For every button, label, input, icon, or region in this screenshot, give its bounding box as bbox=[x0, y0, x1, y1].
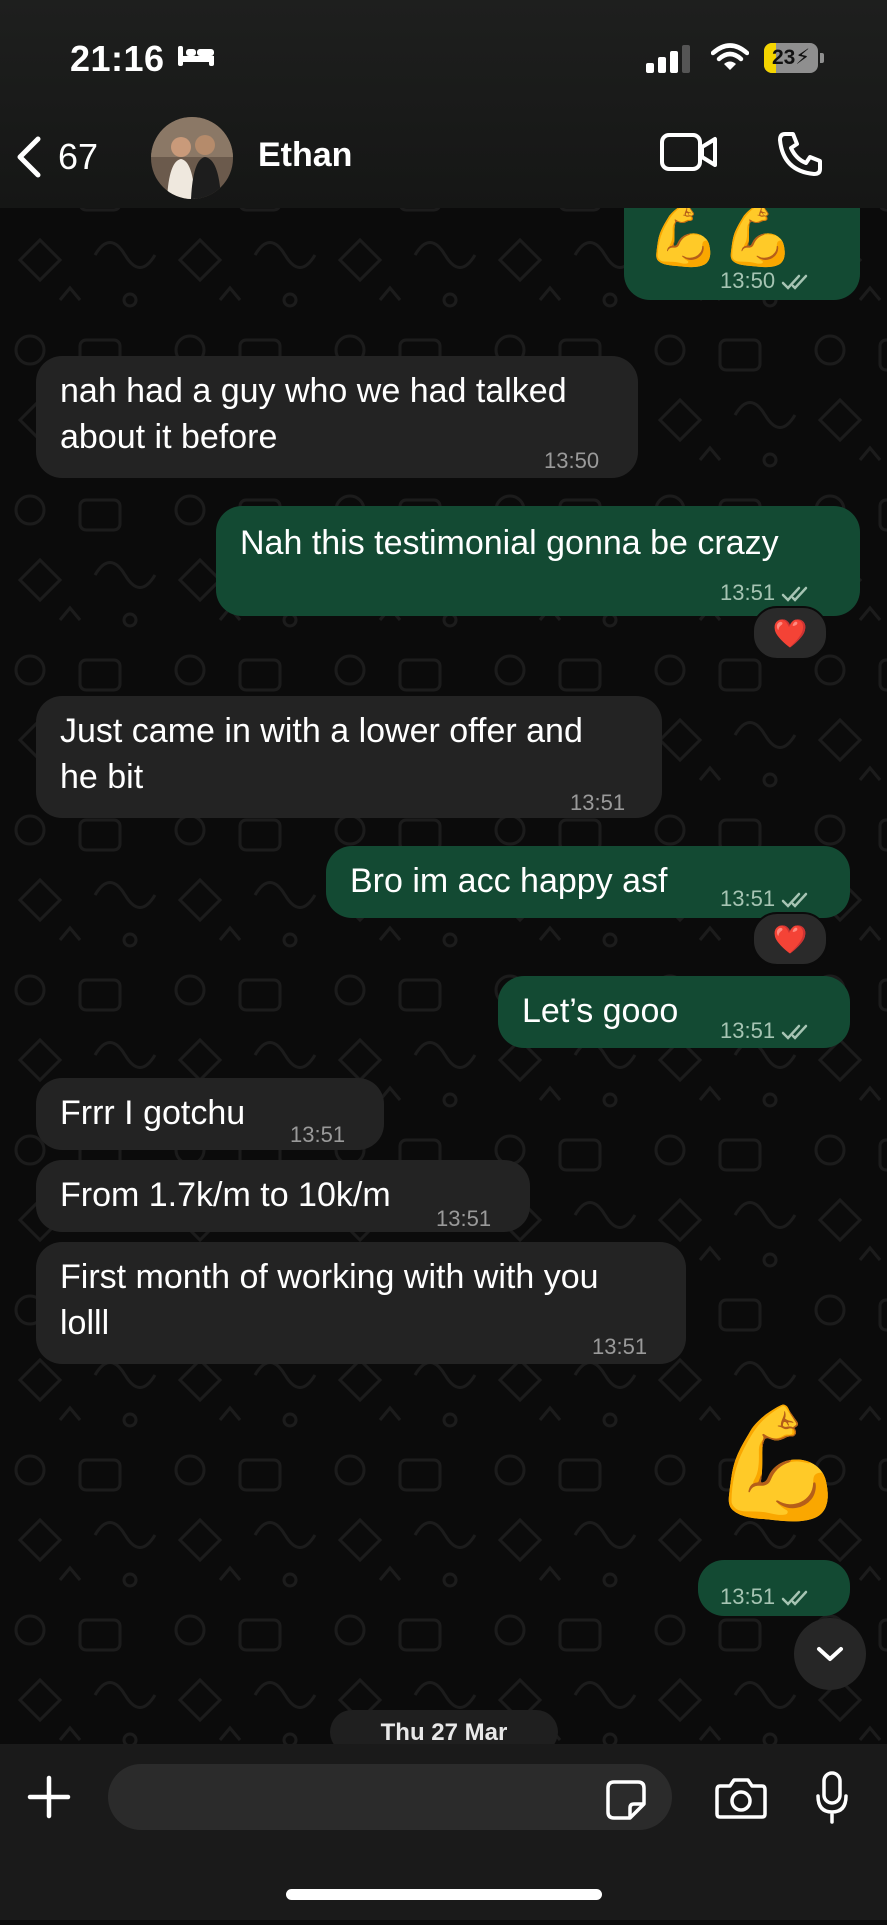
message-time: 13:51 bbox=[592, 1334, 648, 1359]
message-time: 13:51 bbox=[570, 790, 626, 815]
camera-icon bbox=[715, 1778, 767, 1819]
incoming-message[interactable]: Just came in with a lower offer and he b… bbox=[36, 696, 662, 818]
composer-bar bbox=[0, 1744, 887, 1920]
sticker-button[interactable] bbox=[604, 1778, 648, 1827]
incoming-message[interactable]: First month of working with with you lol… bbox=[36, 1242, 686, 1364]
message-list[interactable]: 💪💪 13:50 nah had a guy who we had talked… bbox=[0, 178, 887, 1744]
outgoing-message-time[interactable]: 13:51 bbox=[698, 1560, 850, 1616]
message-time: 13:51 bbox=[720, 1008, 813, 1054]
message-time: 13:50 bbox=[544, 448, 600, 473]
read-receipt-icon bbox=[781, 274, 808, 290]
video-call-button[interactable] bbox=[659, 130, 719, 179]
outgoing-message[interactable]: Bro im acc happy asf 13:51 bbox=[326, 846, 850, 918]
read-receipt-icon bbox=[781, 586, 808, 602]
camera-button[interactable] bbox=[714, 1776, 768, 1825]
read-receipt-icon bbox=[781, 892, 808, 908]
message-text: nah had a guy who we had talked about it… bbox=[60, 372, 567, 456]
message-time: 13:51 bbox=[290, 1122, 346, 1147]
phone-icon bbox=[778, 132, 822, 176]
avatar[interactable] bbox=[151, 117, 233, 199]
outgoing-message[interactable]: Let’s gooo 13:51 bbox=[498, 976, 850, 1048]
scroll-to-bottom-button[interactable] bbox=[794, 1618, 866, 1690]
message-text: Nah this testimonial gonna be crazy bbox=[240, 524, 779, 562]
battery-percentage: 23⚡ bbox=[771, 46, 811, 69]
message-time: 13:50 bbox=[720, 258, 813, 304]
incoming-message[interactable]: nah had a guy who we had talked about it… bbox=[36, 356, 638, 478]
message-time: 13:51 bbox=[720, 1574, 813, 1620]
wifi-icon bbox=[711, 43, 749, 70]
incoming-message[interactable]: From 1.7k/m to 10k/m 13:51 bbox=[36, 1160, 530, 1232]
incoming-message[interactable]: Frrr I gotchu 13:51 bbox=[36, 1078, 384, 1150]
chevron-left-icon bbox=[17, 136, 41, 178]
emoji-message[interactable]: 💪 bbox=[710, 1404, 847, 1524]
message-text: Frrr I gotchu bbox=[60, 1094, 246, 1132]
read-receipt-icon bbox=[781, 1590, 808, 1606]
unread-count: 67 bbox=[58, 136, 99, 177]
chevron-down-icon bbox=[817, 1647, 843, 1661]
bed-icon bbox=[178, 46, 214, 66]
message-text: Just came in with a lower offer and he b… bbox=[60, 712, 583, 796]
microphone-button[interactable] bbox=[814, 1770, 850, 1831]
microphone-icon bbox=[816, 1771, 848, 1824]
message-input[interactable] bbox=[108, 1764, 672, 1830]
plus-icon bbox=[27, 1775, 71, 1819]
contact-name[interactable]: Ethan bbox=[258, 136, 352, 175]
status-time: 21:16 bbox=[70, 38, 165, 79]
cellular-signal-icon bbox=[646, 45, 690, 73]
message-text: Let’s gooo bbox=[522, 992, 679, 1030]
video-camera-icon bbox=[660, 133, 717, 171]
voice-call-button[interactable] bbox=[776, 130, 824, 183]
back-button[interactable]: 67 bbox=[14, 124, 124, 190]
status-bar: 21:16 23⚡ bbox=[0, 0, 887, 110]
battery-indicator: 23⚡ bbox=[764, 43, 824, 73]
sticker-icon bbox=[606, 1780, 646, 1820]
heart-reaction[interactable]: ❤️ bbox=[752, 606, 828, 660]
attach-button[interactable] bbox=[26, 1774, 72, 1825]
heart-reaction[interactable]: ❤️ bbox=[752, 912, 828, 966]
message-text: First month of working with with you lol… bbox=[60, 1258, 599, 1342]
outgoing-message[interactable]: Nah this testimonial gonna be crazy 13:5… bbox=[216, 506, 860, 616]
message-text: Bro im acc happy asf bbox=[350, 862, 668, 900]
message-text: From 1.7k/m to 10k/m bbox=[60, 1176, 391, 1214]
message-time: 13:51 bbox=[436, 1206, 492, 1231]
home-indicator bbox=[286, 1889, 602, 1900]
read-receipt-icon bbox=[781, 1024, 808, 1040]
